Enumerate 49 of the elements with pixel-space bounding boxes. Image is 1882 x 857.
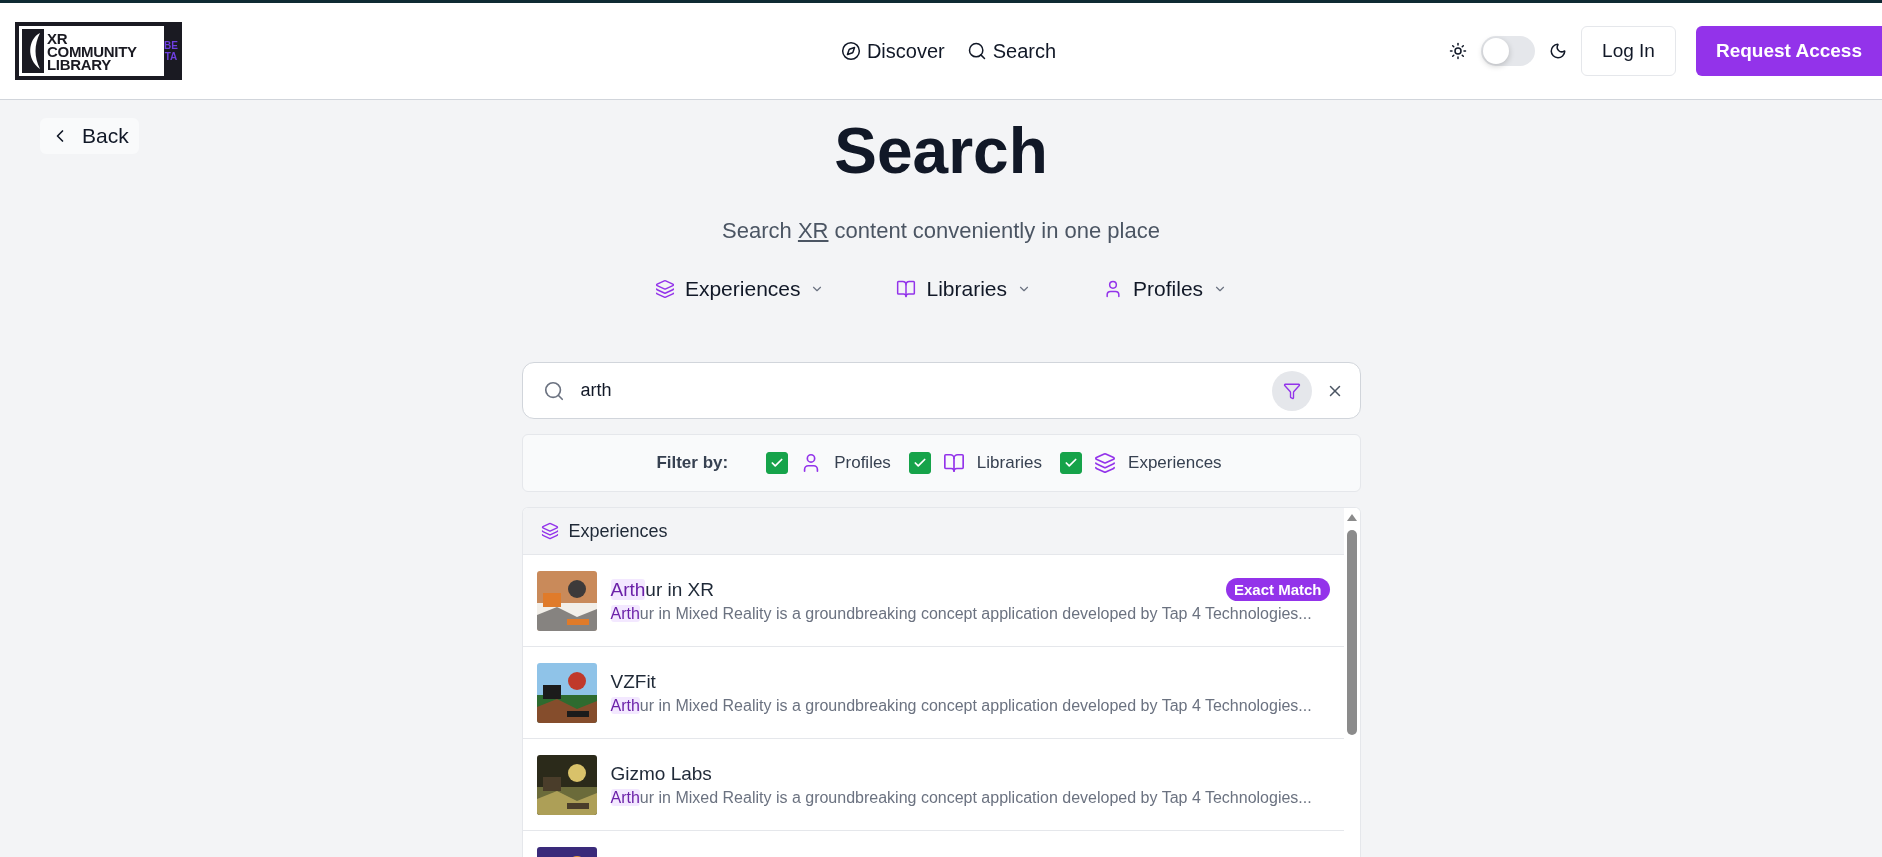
check-icon	[770, 456, 785, 470]
moon-icon	[1549, 42, 1568, 60]
category-dropdown[interactable]: Libraries	[890, 276, 1038, 302]
logo-text: XR COMMUNITY LIBRARY	[47, 31, 137, 71]
beta-label: BETA	[164, 40, 178, 62]
search-field[interactable]: arth	[578, 379, 1258, 402]
page-title: Search	[834, 114, 1048, 188]
funnel-icon	[1282, 381, 1301, 400]
layers-icon	[540, 522, 559, 540]
check-icon	[912, 456, 927, 470]
filter-option-label: Libraries	[976, 453, 1043, 473]
filter-label: Filter by:	[656, 453, 729, 473]
layers-icon	[1094, 452, 1117, 474]
compass-icon	[840, 41, 861, 61]
book-icon	[896, 279, 917, 299]
result-row[interactable]: Gizmo Labs Arthur in Mixed Reality is a groundbreaking concept application developed by Tap 4 Technologies...	[522, 739, 1344, 831]
nav-link[interactable]: Discover	[840, 39, 945, 63]
theme-toggle[interactable]	[1481, 36, 1536, 66]
filter-option-label: Profiles	[834, 453, 891, 473]
layers-icon	[654, 279, 675, 299]
subtitle: Search XR content conveniently in one place	[722, 218, 1160, 244]
category-dropdown[interactable]: Profiles	[1097, 276, 1234, 302]
logo[interactable]: XR COMMUNITY LIBRARY BETA	[15, 22, 182, 80]
sun-icon	[1449, 42, 1468, 60]
result-title: Arthur in XR	[610, 578, 714, 601]
checkbox[interactable]	[766, 452, 789, 474]
result-title: Gizmo Labs	[610, 762, 712, 785]
check-icon	[1064, 456, 1079, 470]
search-icon	[966, 41, 987, 61]
leaf-icon	[22, 29, 44, 73]
back-button[interactable]: Back	[40, 118, 139, 154]
checkbox[interactable]	[908, 452, 931, 474]
match-badge: Exact Match	[1225, 578, 1330, 601]
result-title: VZFit	[610, 670, 656, 693]
checkbox[interactable]	[1060, 452, 1083, 474]
section-title: Experiences	[568, 520, 668, 542]
login-button[interactable]: Log In	[1581, 26, 1676, 76]
result-row[interactable]: Arthur in XR Exact Match Arthur in Mixed Reality is a groundbreaking concept application developed by Tap 4 Technologies...	[522, 555, 1344, 647]
nav-link[interactable]: Search	[966, 39, 1057, 63]
result-description: Arthur in Mixed Reality is a groundbreaking concept application developed by Tap 4 Technologies...	[610, 788, 1313, 807]
search-icon	[542, 379, 565, 402]
category-dropdown[interactable]: Experiences	[648, 276, 831, 302]
search-bar[interactable]: arth	[521, 362, 1361, 419]
result-description: Arthur in Mixed Reality is a groundbreaking concept application developed by Tap 4 Technologies...	[610, 696, 1313, 715]
result-description: Arthur in Mixed Reality is a groundbreaking concept application developed by Tap 4 Technologies...	[610, 605, 1313, 623]
request-access-button[interactable]: Request Access	[1695, 26, 1882, 76]
result-row[interactable]: VZFit Arthur in Mixed Reality is a groundbreaking concept application developed by Tap 4 Technologies...	[522, 647, 1344, 739]
book-icon	[942, 452, 965, 474]
filter-option-label: Experiences	[1128, 453, 1222, 473]
